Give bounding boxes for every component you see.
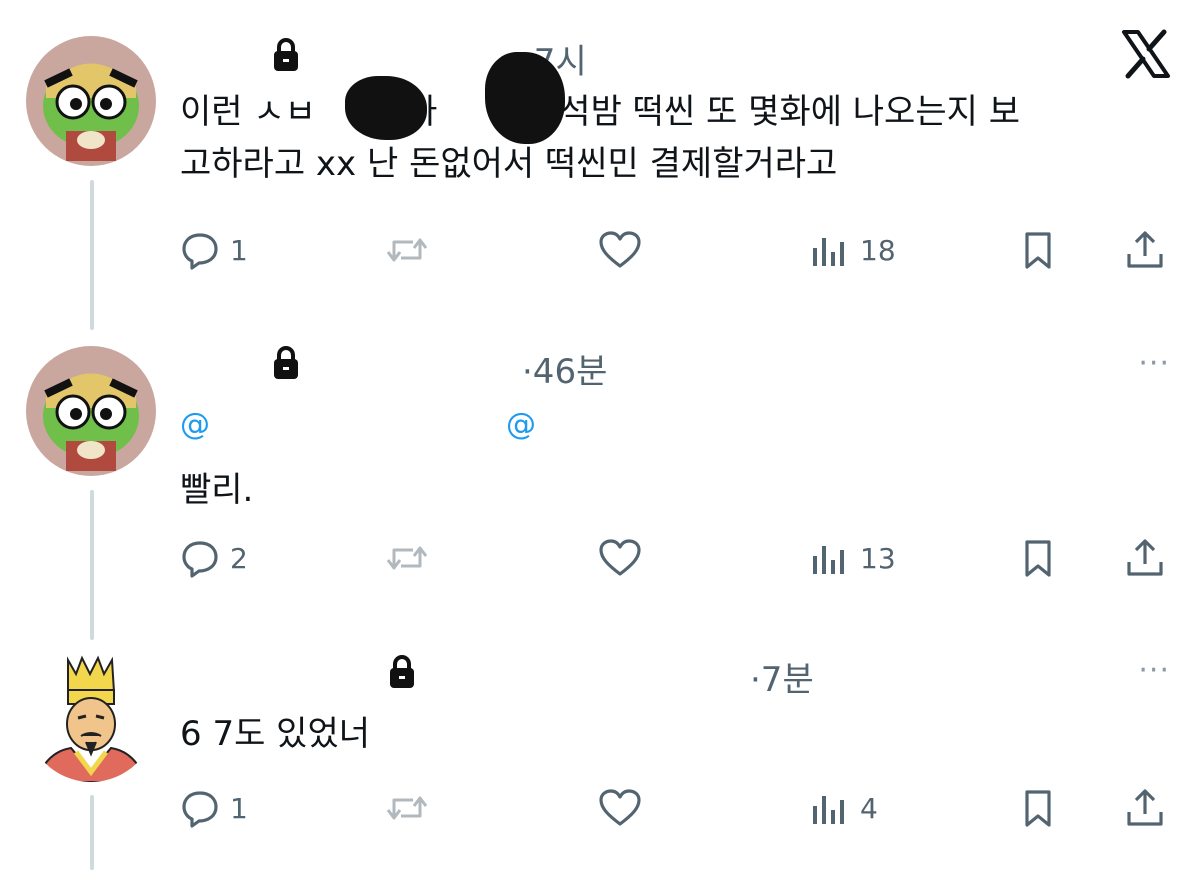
avatar[interactable]	[26, 36, 156, 166]
x-logo-icon[interactable]	[1120, 28, 1172, 80]
like-icon	[599, 231, 641, 268]
bookmark-button[interactable]	[1018, 783, 1058, 833]
views-icon	[813, 546, 844, 574]
views-count: 18	[860, 233, 896, 267]
views-button[interactable]: 4	[810, 783, 878, 833]
reply-count: 1	[230, 233, 248, 267]
reply-count: 1	[230, 791, 248, 825]
views-icon	[813, 796, 844, 824]
bookmark-button[interactable]	[1018, 225, 1058, 275]
avatar[interactable]	[26, 652, 156, 782]
tweet-actions: 2 13	[180, 533, 1170, 583]
reply-button[interactable]: 1	[180, 225, 248, 275]
reply-count: 2	[230, 541, 248, 575]
tweet-text: 6 7도 있었너	[180, 714, 370, 754]
share-button[interactable]	[1125, 783, 1165, 833]
retweet-icon	[386, 238, 428, 262]
reply-icon	[182, 233, 218, 270]
bookmark-icon	[1025, 790, 1051, 827]
share-button[interactable]	[1125, 225, 1165, 275]
retweet-button[interactable]	[385, 533, 429, 583]
bookmark-icon	[1025, 232, 1051, 269]
retweet-icon	[386, 546, 428, 570]
avatar[interactable]	[26, 346, 156, 476]
redaction-mark	[345, 76, 427, 140]
thread-line	[90, 795, 94, 870]
views-count: 13	[860, 541, 896, 575]
reply-button[interactable]: 2	[180, 533, 248, 583]
tweet-text: 이런 ㅅㅂ아아 석밤 떡씬 또 몇화에 나오는지 보 고하라고 xx 난 돈없어…	[180, 92, 1020, 184]
lock-icon	[273, 346, 299, 380]
bookmark-icon	[1025, 540, 1051, 577]
mention-link[interactable]: @	[180, 407, 210, 442]
like-button[interactable]	[598, 225, 642, 275]
like-button[interactable]	[598, 783, 642, 833]
reply-icon	[182, 791, 218, 828]
share-icon	[1127, 231, 1163, 268]
more-icon[interactable]: ···	[1138, 653, 1170, 688]
share-icon	[1127, 789, 1163, 826]
views-count: 4	[860, 791, 878, 825]
views-button[interactable]: 13	[810, 533, 896, 583]
tweet-actions: 1 18	[180, 225, 1170, 275]
tweet-actions: 1 4	[180, 783, 1170, 833]
views-button[interactable]: 18	[810, 225, 896, 275]
tweet-text: 빨리.	[180, 470, 254, 510]
retweet-icon	[386, 796, 428, 820]
bookmark-button[interactable]	[1018, 533, 1058, 583]
mention-link[interactable]: @	[506, 407, 536, 442]
share-icon	[1127, 539, 1163, 576]
redaction-mark	[485, 52, 565, 144]
reply-icon	[182, 541, 218, 578]
lock-icon	[389, 655, 415, 689]
views-icon	[813, 238, 844, 266]
like-icon	[599, 539, 641, 576]
retweet-button[interactable]	[385, 225, 429, 275]
timestamp[interactable]: ·7분	[750, 652, 814, 701]
timestamp[interactable]: ·46분	[522, 344, 607, 393]
like-icon	[599, 789, 641, 826]
like-button[interactable]	[598, 533, 642, 583]
lock-icon	[273, 38, 299, 72]
thread-line	[90, 180, 94, 330]
reply-button[interactable]: 1	[180, 783, 248, 833]
retweet-button[interactable]	[385, 783, 429, 833]
more-icon[interactable]: ···	[1138, 346, 1170, 381]
thread-line	[90, 490, 94, 640]
share-button[interactable]	[1125, 533, 1165, 583]
